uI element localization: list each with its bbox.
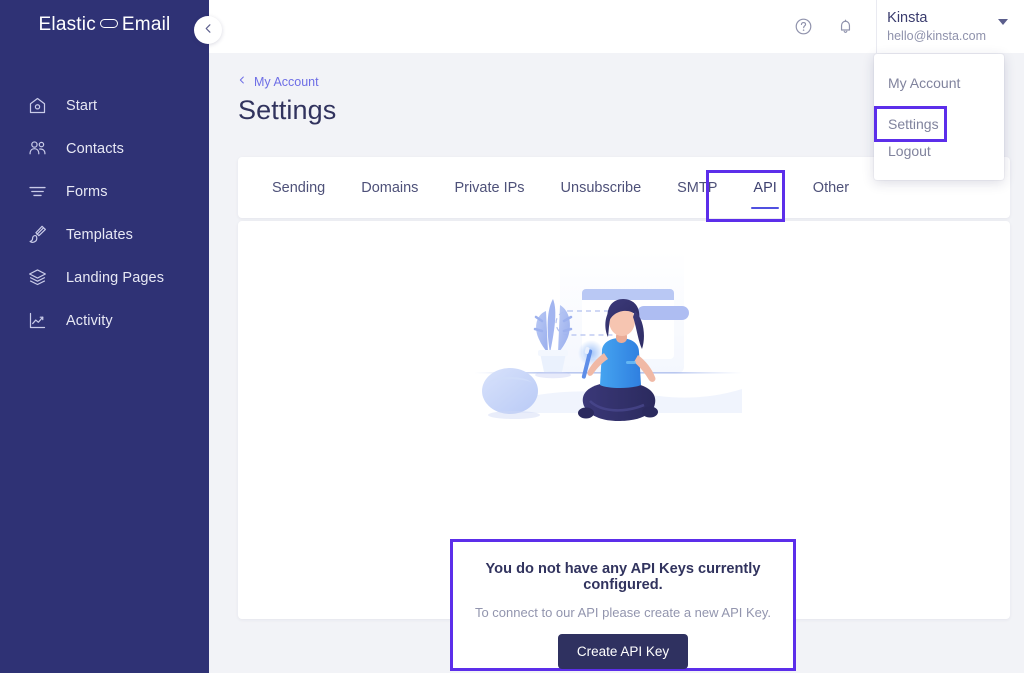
tab-label: Domains	[361, 179, 419, 196]
empty-state-title: You do not have any API Keys currently c…	[485, 561, 761, 593]
breadcrumb[interactable]: My Account	[238, 74, 319, 89]
caret-down-icon	[998, 18, 1008, 25]
tab-label: Unsubscribe	[560, 179, 642, 196]
sidebar-item-forms[interactable]: Forms	[0, 170, 209, 213]
page-title: Settings	[238, 95, 337, 125]
chevron-left-icon	[238, 74, 254, 89]
header-divider	[876, 0, 878, 53]
app-root: Elastic Email Start Contacts Forms Templ…	[0, 0, 1024, 673]
help-circle-icon[interactable]	[786, 10, 820, 44]
dropdown-item-my-account[interactable]: My Account	[874, 66, 1004, 100]
dropdown-item-label: Settings	[888, 116, 939, 132]
user-email: hello@kinsta.com	[887, 28, 986, 43]
breadcrumb-label: My Account	[254, 74, 319, 89]
sidebar-item-landing-pages[interactable]: Landing Pages	[0, 256, 209, 299]
tab-api[interactable]: API	[735, 157, 794, 218]
sidebar-item-label: Contacts	[66, 140, 125, 157]
layers-icon	[26, 267, 48, 289]
tab-other[interactable]: Other	[795, 157, 867, 218]
empty-state-highlight-box: You do not have any API Keys currently c…	[450, 539, 796, 671]
tab-domains[interactable]: Domains	[343, 157, 436, 218]
tab-private-ips[interactable]: Private IPs	[436, 157, 542, 218]
user-name: Kinsta	[887, 10, 928, 27]
bell-icon[interactable]	[828, 10, 862, 44]
sidebar-collapse-button[interactable]	[194, 16, 222, 44]
create-api-key-button[interactable]: Create API Key	[557, 634, 689, 669]
user-info: Kinsta hello@kinsta.com	[887, 9, 986, 44]
sidebar-item-label: Activity	[66, 312, 113, 329]
form-lines-icon	[26, 181, 48, 203]
brush-icon	[26, 224, 48, 246]
home-icon	[26, 95, 48, 117]
empty-state-subtitle: To connect to our API please create a ne…	[474, 605, 772, 620]
sidebar-item-start[interactable]: Start	[0, 84, 209, 127]
chart-line-icon	[26, 310, 48, 332]
tab-label: Other	[812, 179, 850, 196]
tab-label: Private IPs	[454, 179, 525, 196]
dropdown-item-label: My Account	[888, 75, 961, 91]
user-dropdown-menu: My Account Logout Settings	[874, 54, 1004, 180]
sidebar-item-activity[interactable]: Activity	[0, 299, 209, 342]
sidebar-item-label: Start	[66, 97, 98, 114]
top-header: Kinsta hello@kinsta.com	[209, 0, 1024, 53]
sidebar-item-templates[interactable]: Templates	[0, 213, 209, 256]
people-icon	[26, 138, 48, 160]
dropdown-item-settings[interactable]: Settings	[874, 106, 947, 142]
tab-smtp[interactable]: SMTP	[659, 157, 735, 218]
tab-label: API	[753, 179, 777, 196]
sidebar: Elastic Email Start Contacts Forms Templ…	[0, 0, 209, 673]
logo-link-icon	[99, 19, 118, 28]
sidebar-nav: Start Contacts Forms Templates Landing P…	[0, 84, 209, 342]
user-menu-button[interactable]: Kinsta hello@kinsta.com	[887, 0, 1024, 53]
sidebar-item-label: Landing Pages	[66, 269, 165, 286]
person-with-wand-illustration	[474, 241, 774, 441]
logo-text-left: Elastic	[38, 14, 96, 35]
chevron-left-icon	[203, 21, 214, 39]
tab-label: SMTP	[677, 179, 718, 196]
logo-text-right: Email	[121, 14, 171, 35]
tab-unsubscribe[interactable]: Unsubscribe	[543, 157, 660, 218]
sidebar-item-label: Forms	[66, 183, 108, 200]
dropdown-item-label: Logout	[888, 143, 931, 159]
sidebar-item-contacts[interactable]: Contacts	[0, 127, 209, 170]
tab-label: Sending	[272, 179, 326, 196]
sidebar-item-label: Templates	[66, 226, 133, 243]
app-logo[interactable]: Elastic Email	[0, 14, 209, 36]
content-card: You do not have any API Keys currently c…	[238, 221, 1010, 671]
tab-sending[interactable]: Sending	[254, 157, 343, 218]
